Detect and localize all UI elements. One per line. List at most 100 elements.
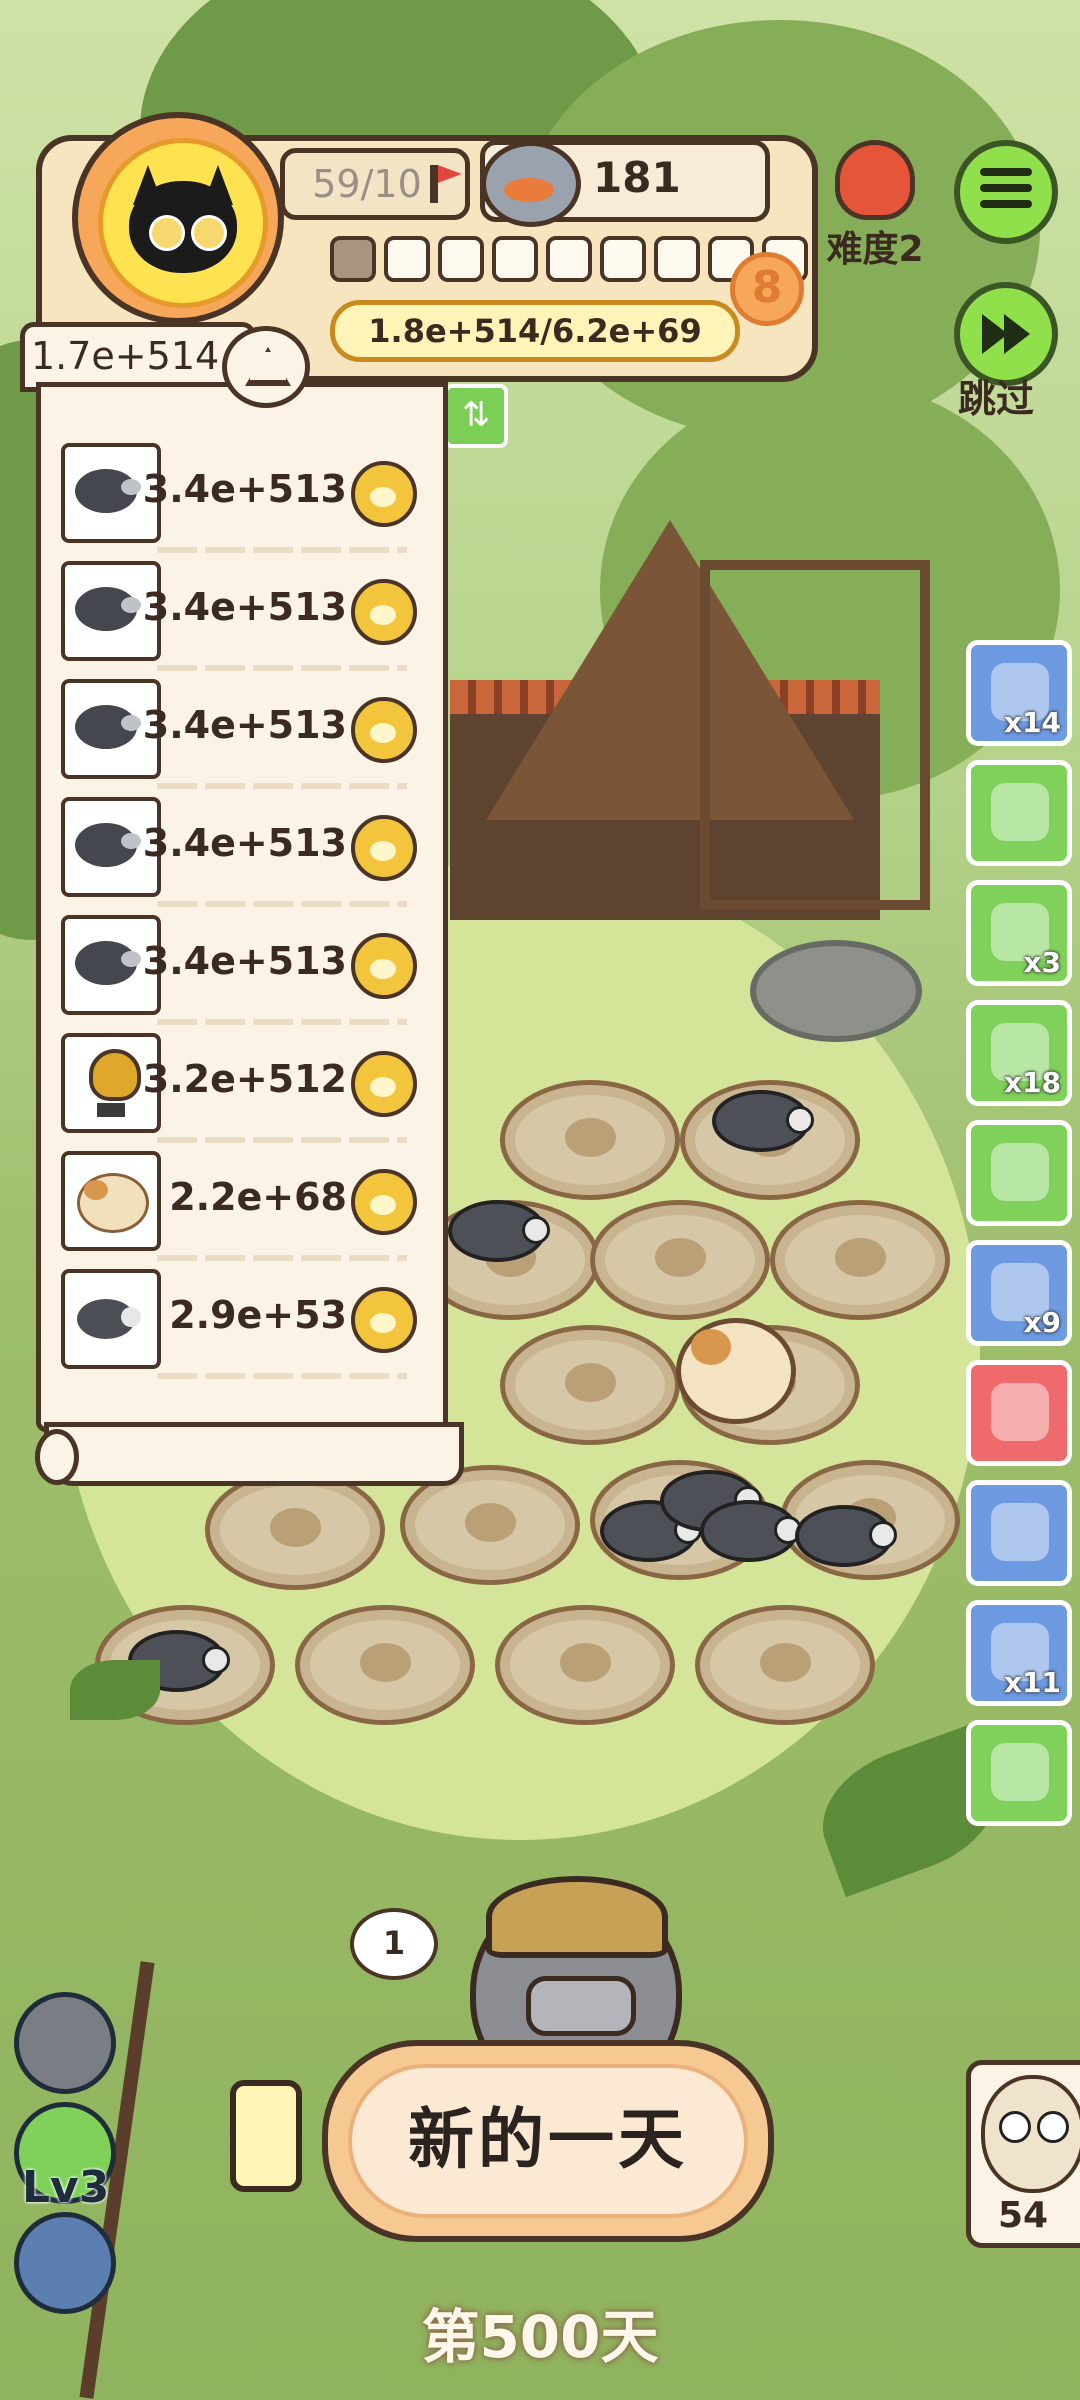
resource-value: 3.2e+512 [142, 1057, 347, 1101]
food-counter: 181 [480, 140, 770, 227]
flag-count: 59/10 [312, 162, 422, 206]
garden-plot[interactable] [590, 1200, 770, 1320]
trophy-icon [89, 1049, 141, 1117]
side-item-slot[interactable]: x18 [966, 1000, 1072, 1106]
row-divider [157, 665, 407, 671]
paw-coin-icon [351, 1051, 417, 1117]
mole-icon [75, 705, 141, 749]
exp-bar: 1.8e+514/6.2e+69 [330, 300, 740, 362]
row-divider [157, 901, 407, 907]
item-count: x3 [1023, 946, 1061, 979]
resource-row[interactable]: 2.9e+53 [57, 1269, 427, 1379]
level-badge: 8 [730, 252, 804, 326]
tool-level: Lv3 [22, 2162, 110, 2213]
mole-critter[interactable] [712, 1090, 814, 1152]
resource-row[interactable]: 3.4e+513 [57, 561, 427, 671]
side-item-slot[interactable]: x3 [966, 880, 1072, 986]
flame-icon [835, 140, 915, 220]
item-count: x18 [1003, 1066, 1061, 1099]
resource-value: 3.4e+513 [142, 467, 347, 511]
progress-cell [546, 236, 592, 282]
garden-plot[interactable] [695, 1605, 875, 1725]
new-day-button[interactable]: 新的一天 [322, 2040, 774, 2242]
paw-coin-icon [351, 933, 417, 999]
garden-plot[interactable] [500, 1080, 680, 1200]
garden-plot[interactable] [295, 1605, 475, 1725]
garden-plot[interactable] [770, 1200, 950, 1320]
hamster-thumbnail [61, 1151, 161, 1251]
garden-plot[interactable] [495, 1605, 675, 1725]
resource-row[interactable]: 2.2e+68 [57, 1151, 427, 1261]
resource-value: 2.9e+53 [169, 1293, 347, 1337]
owl-count: 54 [997, 2195, 1049, 2236]
side-item-slot[interactable] [966, 1720, 1072, 1826]
row-divider [157, 547, 407, 553]
elephant-tool-button[interactable] [14, 1992, 116, 2094]
progress-cell [438, 236, 484, 282]
row-divider [157, 1019, 407, 1025]
row-divider [157, 783, 407, 789]
collapse-button[interactable] [222, 326, 310, 408]
resource-list[interactable]: 3.4e+513 3.4e+513 3.4e+513 3.4e+513 3.4e+513… [36, 382, 448, 1432]
owl-icon [981, 2075, 1080, 2193]
resource-row[interactable]: 3.4e+513 [57, 915, 427, 1025]
side-item-slot[interactable]: x9 [966, 1240, 1072, 1346]
resource-row[interactable]: 3.4e+513 [57, 443, 427, 553]
item-count: x9 [1023, 1306, 1061, 1339]
resource-value: 3.4e+513 [142, 703, 347, 747]
paw-coin-icon [351, 579, 417, 645]
cancel-ticket-icon [991, 1143, 1049, 1201]
side-item-slot[interactable]: x14 [966, 640, 1072, 746]
owl-eye [1037, 2111, 1069, 2143]
rat-critter[interactable] [795, 1505, 897, 1567]
fast-forward-icon [1004, 314, 1030, 354]
progress-cell [654, 236, 700, 282]
hamster-icon [77, 1173, 149, 1233]
hamster-critter[interactable] [676, 1318, 796, 1424]
cat-avatar [98, 138, 268, 308]
resource-value: 3.4e+513 [142, 585, 347, 629]
owl-card[interactable]: 54 [966, 2060, 1080, 2248]
item-count: x14 [1003, 706, 1061, 739]
sort-button[interactable]: ⇅ [444, 384, 508, 448]
cat-eye [191, 215, 227, 251]
resource-value: 2.2e+68 [169, 1175, 347, 1219]
mole-icon [75, 469, 141, 513]
ticket-icon [991, 783, 1049, 841]
row-divider [157, 1373, 407, 1379]
row-divider [157, 1137, 407, 1143]
difficulty-button[interactable]: 难度2 [820, 140, 930, 272]
paw-coin-icon [351, 697, 417, 763]
cat-food-can-icon [481, 141, 581, 227]
player-avatar[interactable] [72, 112, 284, 324]
food-count: 181 [593, 153, 681, 202]
paw-coin-icon [351, 461, 417, 527]
mole-icon [75, 587, 141, 631]
new-day-label: 新的一天 [408, 2101, 688, 2178]
side-item-slot[interactable] [966, 1360, 1072, 1466]
paw-coin-icon [351, 815, 417, 881]
progress-cell [492, 236, 538, 282]
garden-plot[interactable] [500, 1325, 680, 1445]
flag-bubble[interactable]: 1 [350, 1908, 438, 1980]
rat-icon [77, 1299, 141, 1339]
mole-critter[interactable] [448, 1200, 550, 1262]
side-item-slot[interactable] [966, 1120, 1072, 1226]
resource-row[interactable]: 3.4e+513 [57, 679, 427, 789]
rat-critter[interactable] [700, 1500, 802, 1562]
menu-button[interactable] [954, 140, 1058, 244]
flag-counter: 59/10 [280, 148, 470, 220]
progress-cell [384, 236, 430, 282]
day-counter: 第500天 [421, 2303, 659, 2371]
garden-plot[interactable] [205, 1470, 385, 1590]
side-item-slot[interactable] [966, 1480, 1072, 1586]
resource-row[interactable]: 3.4e+513 [57, 797, 427, 907]
side-item-slot[interactable]: x11 [966, 1600, 1072, 1706]
skip-label: 跳过 [958, 377, 1035, 421]
side-item-slot[interactable] [966, 760, 1072, 866]
cat-eye [149, 215, 185, 251]
firepit [750, 940, 922, 1042]
scroll-curl [35, 1422, 464, 1486]
row-divider [157, 1255, 407, 1261]
resource-row[interactable]: 3.2e+512 [57, 1033, 427, 1143]
